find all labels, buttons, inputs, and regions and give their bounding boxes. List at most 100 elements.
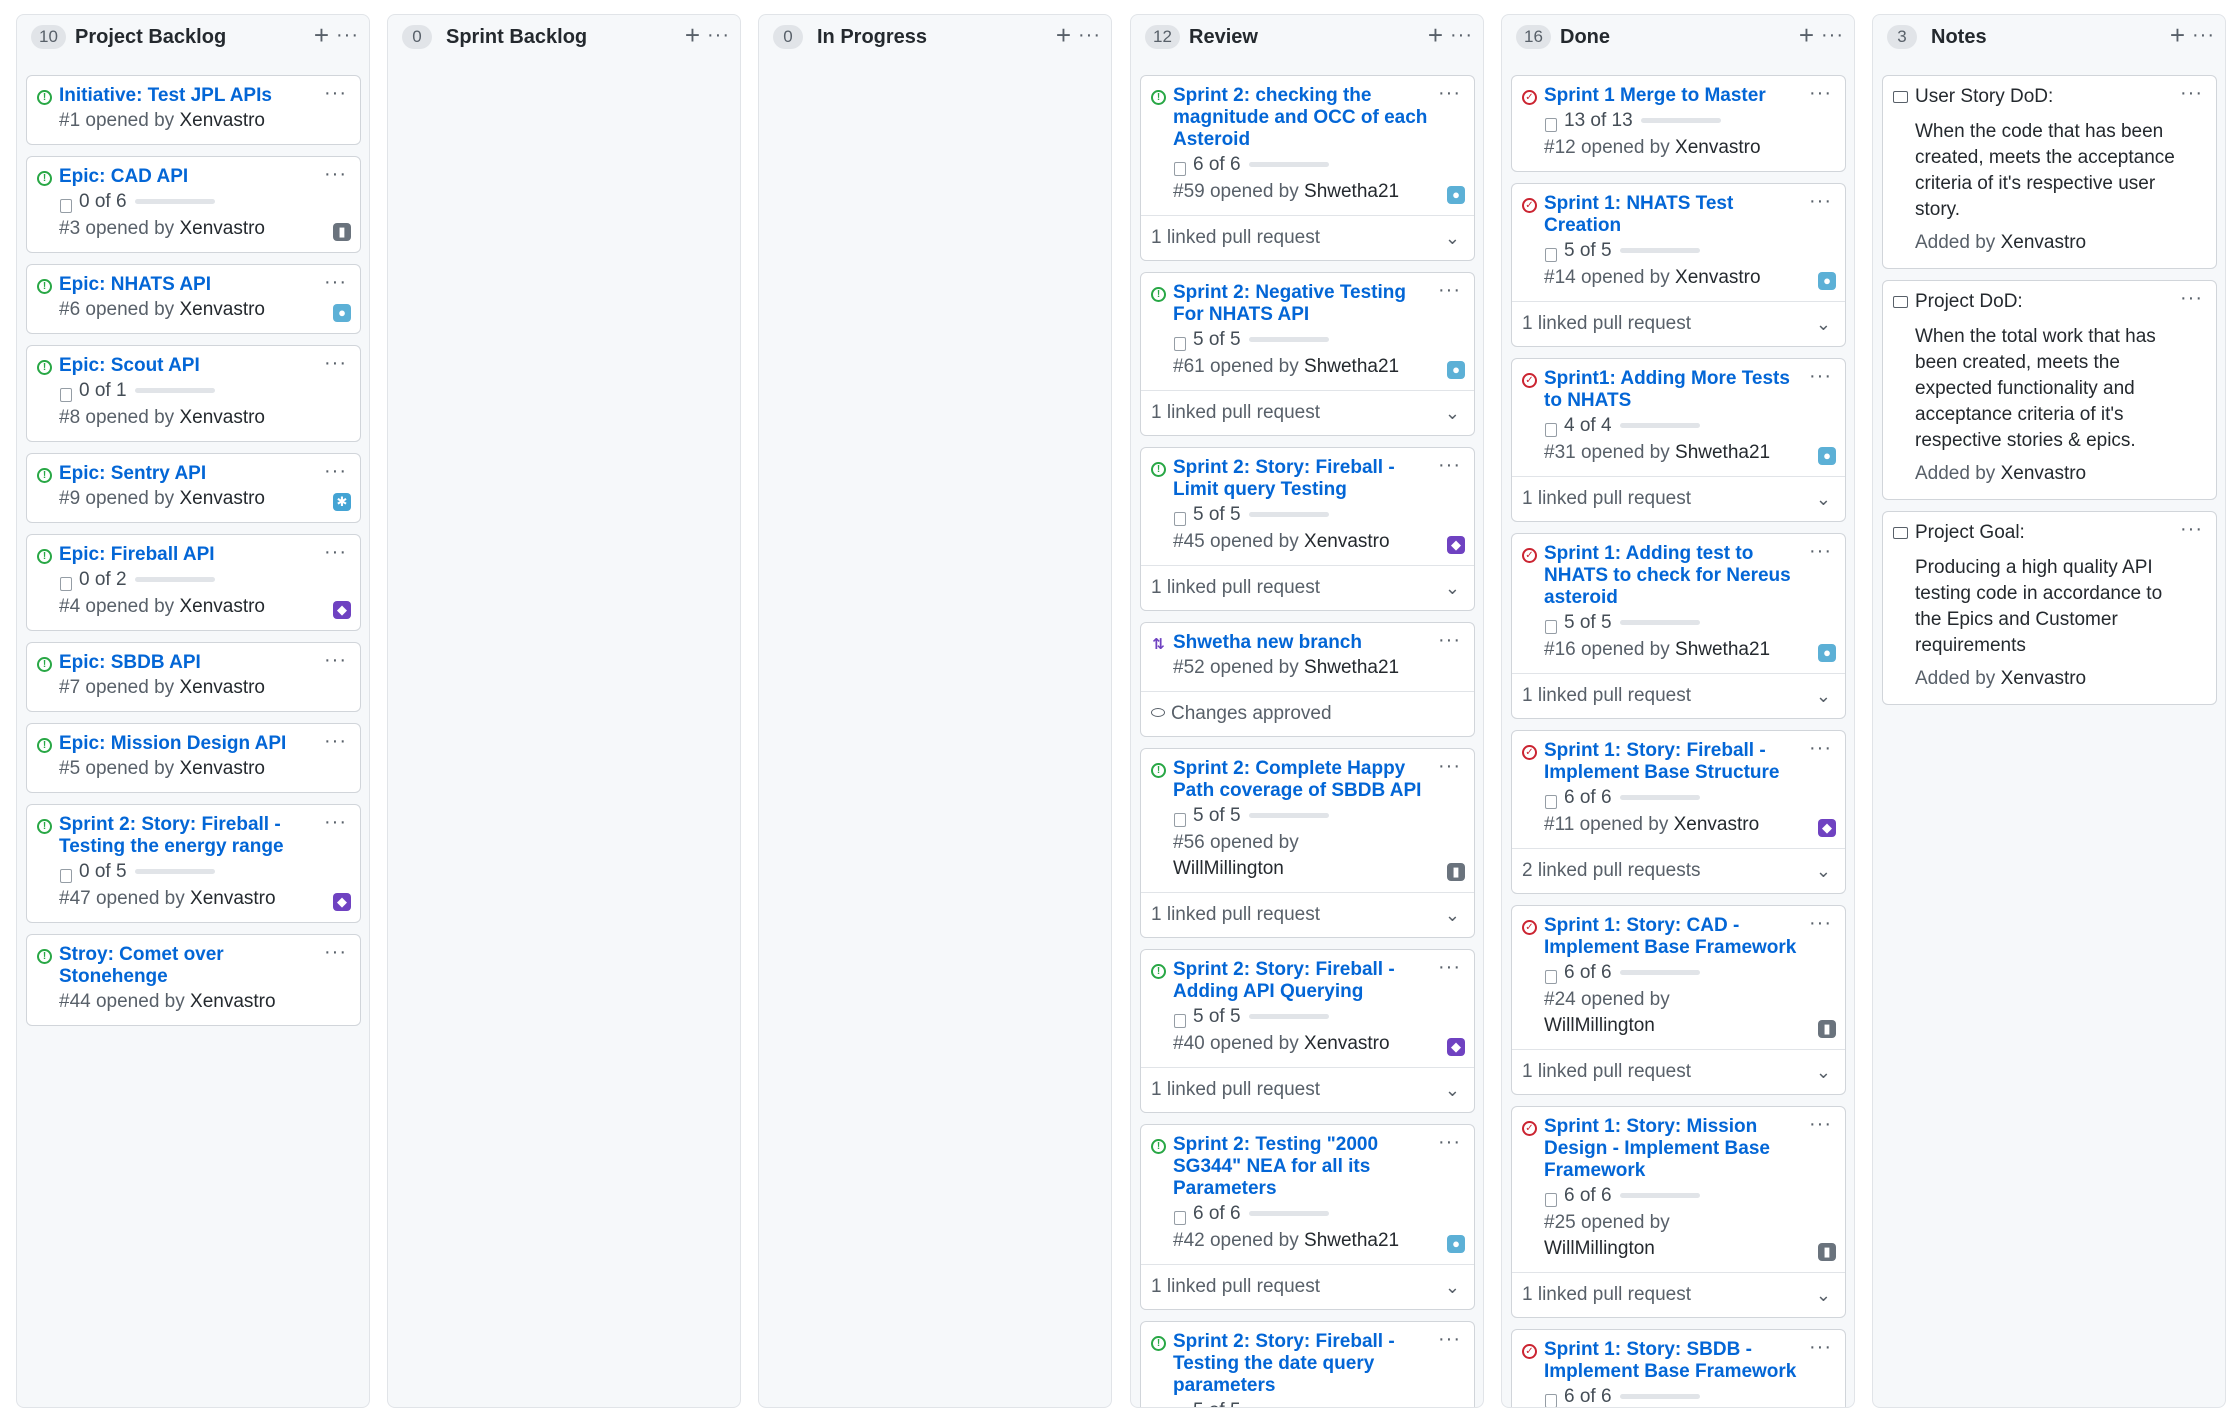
card-title-link[interactable]: Sprint 1: Story: CAD - Implement Base Fr…	[1544, 915, 1805, 959]
chevron-down-icon[interactable]: ⌄	[1816, 849, 1831, 893]
chevron-down-icon[interactable]: ⌄	[1445, 566, 1460, 610]
author-link[interactable]: Xenvastro	[179, 677, 265, 698]
card-title-link[interactable]: Sprint 2: Testing "2000 SG344" NEA for a…	[1173, 1134, 1434, 1200]
avatar[interactable]: ▮	[1818, 1020, 1836, 1038]
card-menu-icon[interactable]: ···	[2180, 83, 2203, 103]
avatar[interactable]: ●	[1818, 447, 1836, 465]
card-menu-icon[interactable]: ···	[324, 542, 347, 562]
author-link[interactable]: Shwetha21	[1675, 442, 1770, 463]
issue-card[interactable]: ✓ ··· Sprint 1: Story: SBDB - Implement Ba…	[1511, 1329, 1846, 1407]
chevron-down-icon[interactable]: ⌄	[1445, 216, 1460, 260]
card-title-link[interactable]: Epic: SBDB API	[59, 652, 320, 674]
issue-card[interactable]: ! ··· Epic: Scout API 0 of 1 #8 opened by Xe…	[26, 345, 361, 442]
card-menu-icon[interactable]: ···	[1809, 738, 1832, 758]
author-link[interactable]: WillMillington	[1173, 858, 1284, 879]
chevron-down-icon[interactable]: ⌄	[1445, 391, 1460, 435]
issue-card[interactable]: ! ··· Sprint 2: Story: Fireball - Limit qu…	[1140, 447, 1475, 611]
issue-card[interactable]: ! ··· Sprint 2: Story: Fireball - Adding A…	[1140, 949, 1475, 1113]
avatar[interactable]: ●	[1447, 361, 1465, 379]
linked-pull-requests[interactable]: 1 linked pull request ⌄	[1141, 1067, 1474, 1112]
card-title-link[interactable]: Sprint 2: Story: Fireball - Testing the …	[59, 814, 320, 858]
chevron-down-icon[interactable]: ⌄	[1816, 1050, 1831, 1094]
author-link[interactable]: Xenvastro	[179, 110, 265, 131]
issue-card[interactable]: ! ··· Sprint 2: Story: Fireball - Testing …	[26, 804, 361, 923]
issue-card[interactable]: ! ··· Sprint 2: Complete Happy Path covera…	[1140, 748, 1475, 938]
author-link[interactable]: WillMillington	[1544, 1238, 1655, 1259]
avatar[interactable]: ●	[1818, 272, 1836, 290]
issue-card[interactable]: ! ··· Epic: Sentry API #9 opened by Xenvast…	[26, 453, 361, 523]
author-link[interactable]: Shwetha21	[1675, 639, 1770, 660]
add-card-icon[interactable]: +	[2170, 21, 2185, 49]
author-link[interactable]: Xenvastro	[179, 758, 265, 779]
add-card-icon[interactable]: +	[1428, 21, 1443, 49]
issue-card[interactable]: ✓ ··· Sprint 1: Story: Fireball - Implemen…	[1511, 730, 1846, 894]
card-menu-icon[interactable]: ···	[324, 942, 347, 962]
linked-pull-requests[interactable]: 1 linked pull request ⌄	[1141, 1264, 1474, 1309]
chevron-down-icon[interactable]: ⌄	[1445, 893, 1460, 937]
chevron-down-icon[interactable]: ⌄	[1816, 477, 1831, 521]
card-menu-icon[interactable]: ···	[324, 83, 347, 103]
linked-pull-requests[interactable]: 1 linked pull request ⌄	[1512, 673, 1845, 718]
card-title-link[interactable]: Epic: Fireball API	[59, 544, 320, 566]
card-menu-icon[interactable]: ···	[2180, 288, 2203, 308]
author-link[interactable]: Xenvastro	[190, 991, 276, 1012]
avatar[interactable]: ●	[1447, 186, 1465, 204]
author-link[interactable]: Shwetha21	[1304, 356, 1399, 377]
card-title-link[interactable]: Sprint 1: Adding test to NHATS to check …	[1544, 543, 1805, 609]
author-link[interactable]: Xenvastro	[179, 299, 265, 320]
card-title-link[interactable]: Epic: Sentry API	[59, 463, 320, 485]
issue-card[interactable]: ! ··· Sprint 2: Story: Fireball - Testing …	[1140, 1321, 1475, 1407]
author-link[interactable]: Shwetha21	[1304, 181, 1399, 202]
add-card-icon[interactable]: +	[685, 21, 700, 49]
card-title-link[interactable]: Epic: NHATS API	[59, 274, 320, 296]
card-menu-icon[interactable]: ···	[1809, 1114, 1832, 1134]
author-link[interactable]: Xenvastro	[179, 218, 265, 239]
card-title-link[interactable]: Sprint1: Adding More Tests to NHATS	[1544, 368, 1805, 412]
linked-pull-requests[interactable]: 1 linked pull request ⌄	[1512, 1049, 1845, 1094]
linked-pull-requests[interactable]: 1 linked pull request ⌄	[1512, 301, 1845, 346]
issue-card[interactable]: ! ··· Sprint 2: Negative Testing For NHATS…	[1140, 272, 1475, 436]
card-title-link[interactable]: Epic: Scout API	[59, 355, 320, 377]
issue-card[interactable]: ✓ ··· Sprint 1: NHATS Test Creation 5 of 5 #…	[1511, 183, 1846, 347]
avatar[interactable]: ●	[1818, 644, 1836, 662]
issue-card[interactable]: ! ··· Initiative: Test JPL APIs #1 opened b…	[26, 75, 361, 145]
author-link[interactable]: Xenvastro	[2001, 232, 2087, 253]
author-link[interactable]: Xenvastro	[179, 488, 265, 509]
card-title-link[interactable]: Sprint 1: Story: Mission Design - Implem…	[1544, 1116, 1805, 1182]
column-menu-icon[interactable]: ···	[1450, 23, 1473, 47]
author-link[interactable]: Xenvastro	[179, 407, 265, 428]
issue-card[interactable]: ⇅ ··· Shwetha new branch #52 opened by Shwe…	[1140, 622, 1475, 737]
issue-card[interactable]: ! ··· Sprint 2: checking the magnitude and…	[1140, 75, 1475, 261]
avatar[interactable]: ●	[333, 304, 351, 322]
avatar[interactable]: ◆	[1447, 536, 1465, 554]
avatar[interactable]: ▮	[1818, 1243, 1836, 1261]
issue-card[interactable]: ✓ ··· Sprint 1 Merge to Master 13 of 13 #12 …	[1511, 75, 1846, 172]
card-menu-icon[interactable]: ···	[1438, 1132, 1461, 1152]
card-menu-icon[interactable]: ···	[324, 812, 347, 832]
card-title-link[interactable]: Sprint 2: Story: Fireball - Adding API Q…	[1173, 959, 1434, 1003]
card-menu-icon[interactable]: ···	[2180, 519, 2203, 539]
issue-card[interactable]: ✓ ··· Sprint 1: Adding test to NHATS to ch…	[1511, 533, 1846, 719]
author-link[interactable]: Xenvastro	[1304, 531, 1390, 552]
author-link[interactable]: Shwetha21	[1304, 657, 1399, 678]
column-menu-icon[interactable]: ···	[336, 23, 359, 47]
avatar[interactable]: ◆	[333, 601, 351, 619]
column-menu-icon[interactable]: ···	[707, 23, 730, 47]
chevron-down-icon[interactable]: ⌄	[1445, 1265, 1460, 1309]
author-link[interactable]: Xenvastro	[1674, 814, 1760, 835]
avatar[interactable]: ✱	[333, 493, 351, 511]
card-title-link[interactable]: Sprint 2: Story: Fireball - Limit query …	[1173, 457, 1434, 501]
avatar[interactable]: ●	[1447, 1235, 1465, 1253]
card-menu-icon[interactable]: ···	[324, 650, 347, 670]
issue-card[interactable]: ✓ ··· Sprint 1: Story: CAD - Implement Bas…	[1511, 905, 1846, 1095]
linked-pull-requests[interactable]: 1 linked pull request ⌄	[1141, 390, 1474, 435]
linked-pull-requests[interactable]: 1 linked pull request ⌄	[1141, 565, 1474, 610]
author-link[interactable]: Xenvastro	[2001, 668, 2087, 689]
note-card[interactable]: ··· Project DoD: When the total work that …	[1882, 280, 2217, 500]
card-title-link[interactable]: Initiative: Test JPL APIs	[59, 85, 320, 107]
add-card-icon[interactable]: +	[1056, 21, 1071, 49]
card-menu-icon[interactable]: ···	[1438, 280, 1461, 300]
card-menu-icon[interactable]: ···	[1809, 913, 1832, 933]
card-title-link[interactable]: Epic: CAD API	[59, 166, 320, 188]
card-title-link[interactable]: Sprint 1: Story: Fireball - Implement Ba…	[1544, 740, 1805, 784]
